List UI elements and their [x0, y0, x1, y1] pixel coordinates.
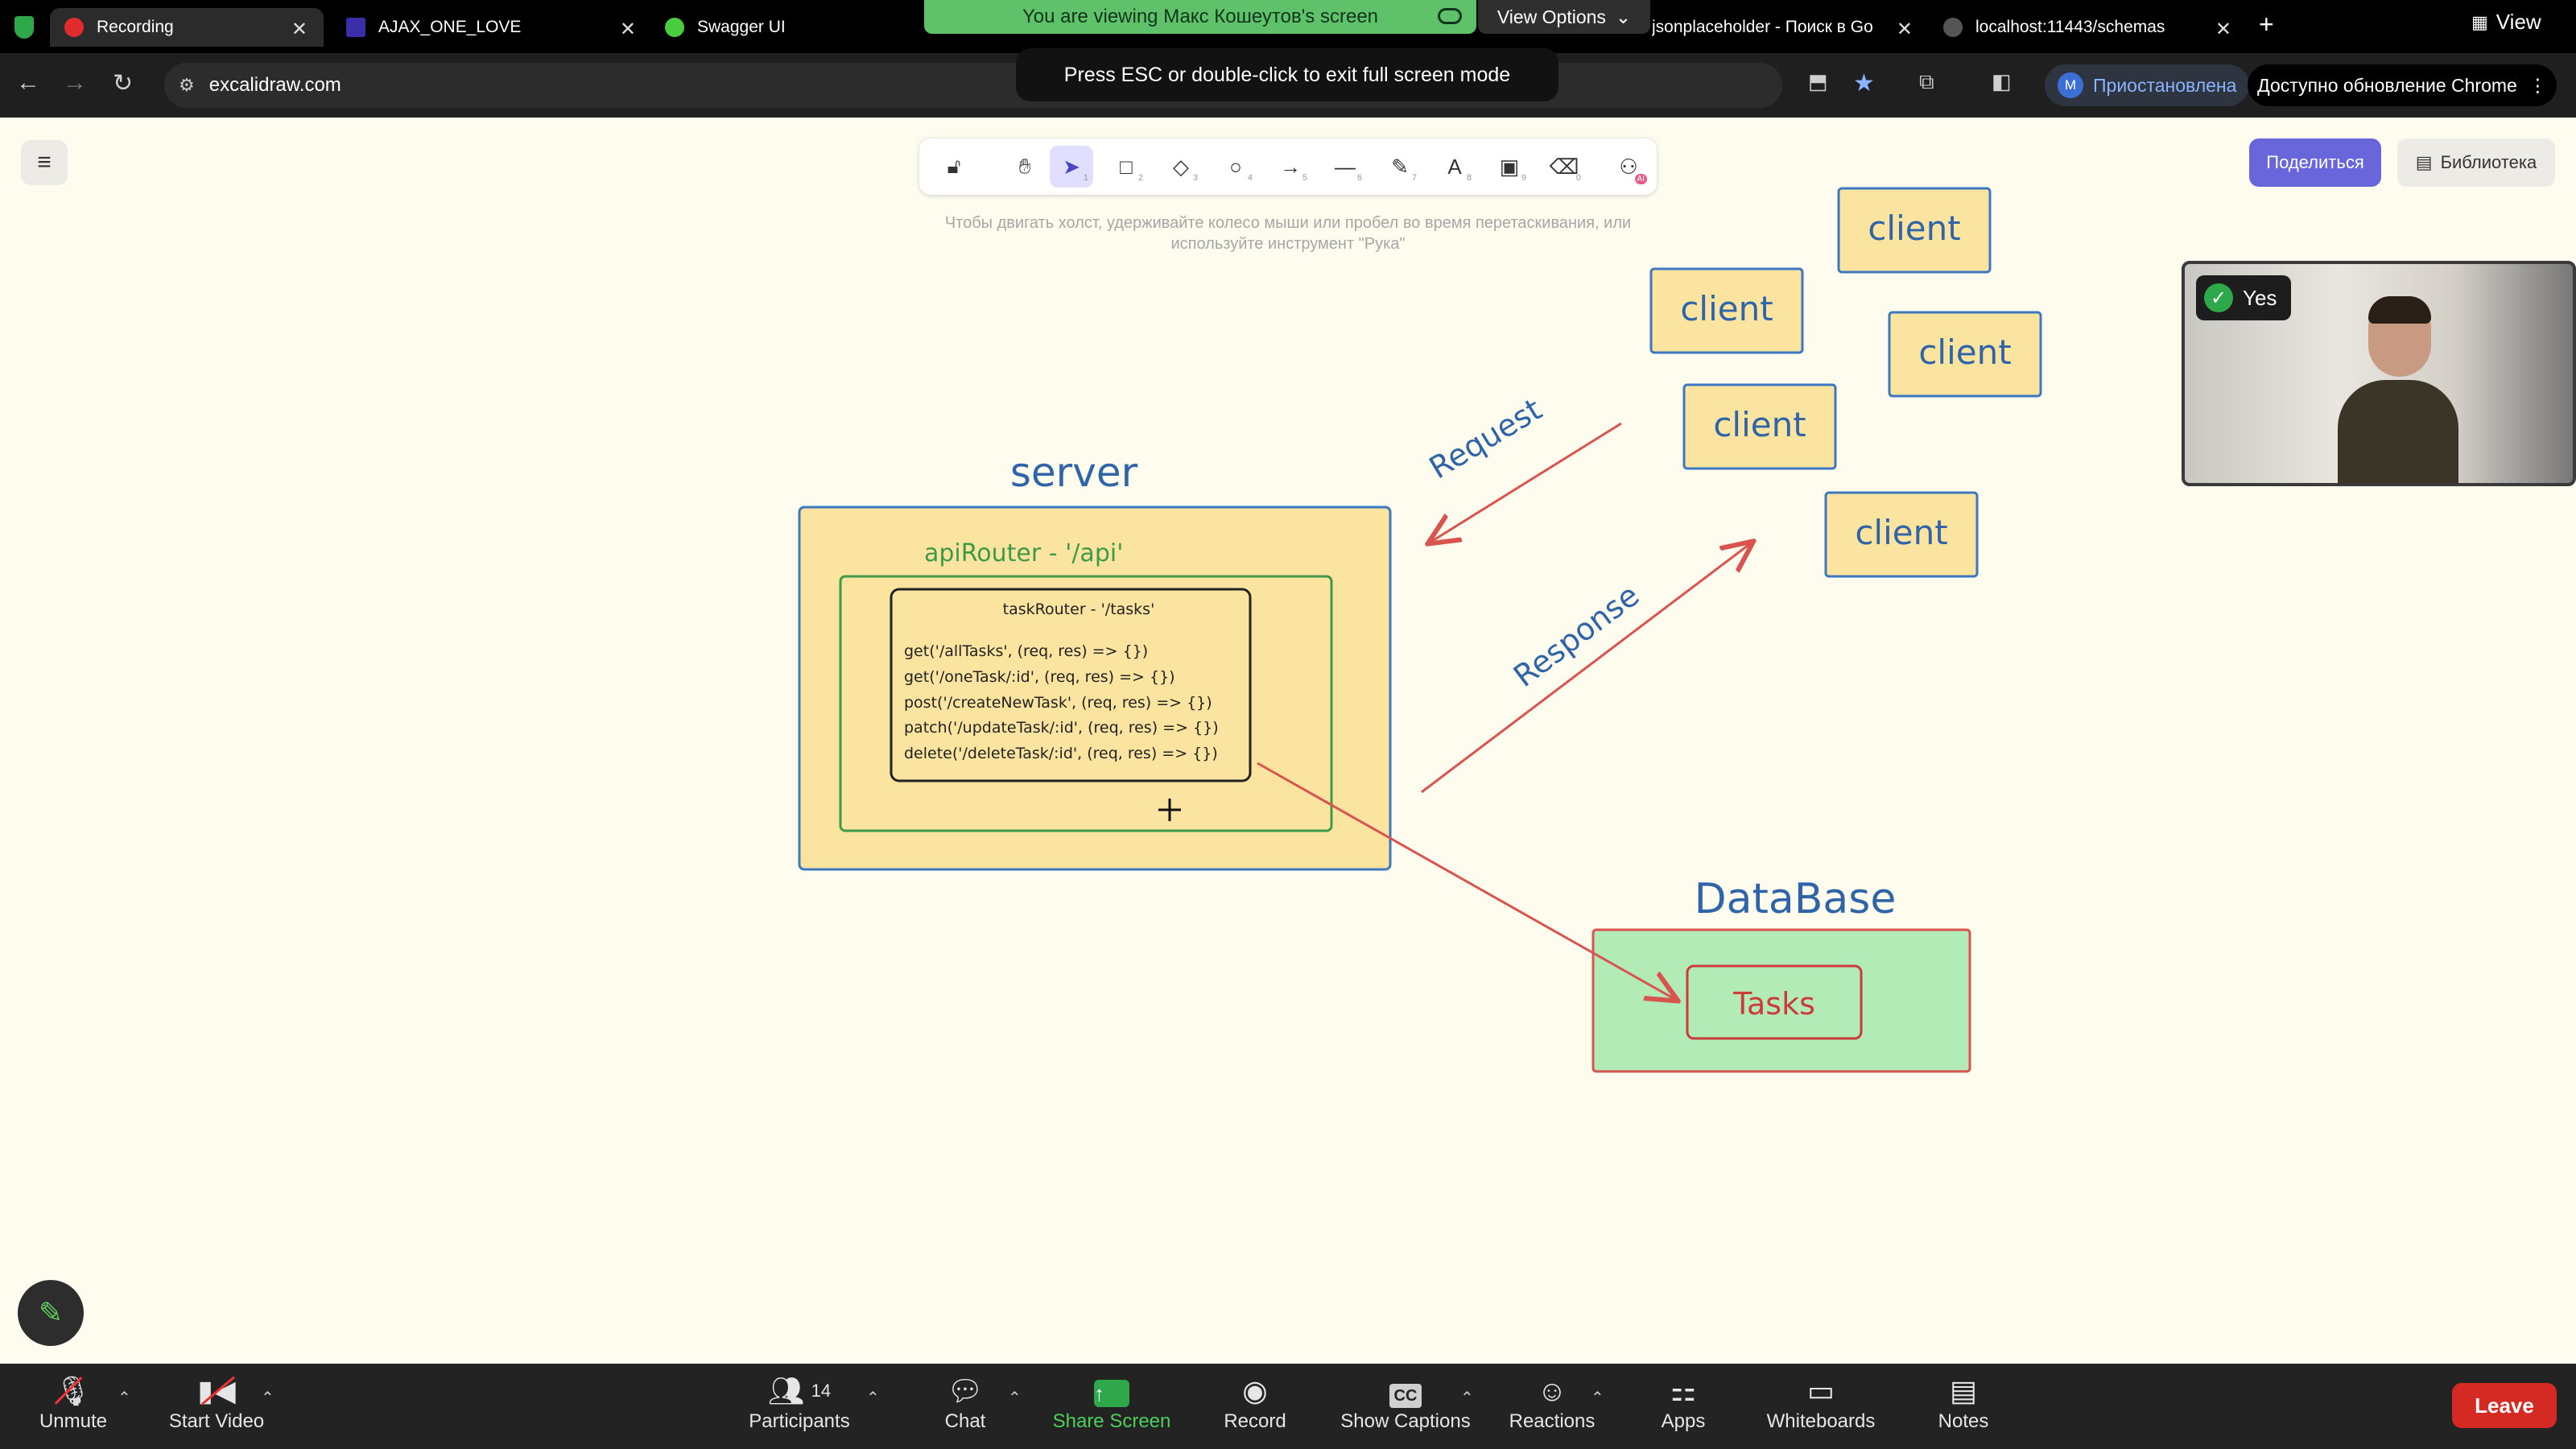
- participant-silhouette: [2338, 296, 2458, 483]
- server-title[interactable]: server: [1010, 449, 1138, 496]
- api-router-label[interactable]: apiRouter - '/api': [924, 539, 1123, 568]
- notes-button[interactable]: ▤ Notes: [1895, 1372, 2032, 1433]
- response-arrow[interactable]: [1421, 543, 1752, 794]
- chat-label: Chat: [944, 1410, 986, 1432]
- unmute-label: Unmute: [39, 1410, 108, 1432]
- whiteboard-icon: ▭: [1806, 1374, 1835, 1407]
- audio-options-caret[interactable]: ⌃: [118, 1388, 131, 1408]
- apps-label: Apps: [1661, 1410, 1706, 1432]
- zoom-control-bar: 🎙︎ Unmute ⌃ ▮◀ Start Video ⌃ 👥︎14 Partic…: [0, 1364, 2576, 1449]
- client-box[interactable]: client: [1888, 311, 2042, 398]
- whiteboards-button[interactable]: ▭ Whiteboards: [1752, 1372, 1890, 1433]
- client-label: client: [1855, 513, 1947, 552]
- muted-mic-icon: 🎙︎: [54, 1374, 92, 1407]
- show-captions-label: Show Captions: [1340, 1410, 1471, 1432]
- chat-caret[interactable]: ⌃: [1008, 1388, 1022, 1408]
- route-patch: patch('/updateTask/:id', (req, res) => {…: [904, 719, 1219, 737]
- reactions-label: Reactions: [1509, 1410, 1596, 1432]
- router-to-db-arrow[interactable]: [1257, 762, 1676, 1000]
- pen-mode-button[interactable]: ✎: [18, 1280, 84, 1346]
- client-box[interactable]: client: [1649, 267, 1804, 354]
- participants-icon: 👥︎ 14: [767, 1374, 832, 1407]
- drawing-canvas[interactable]: server apiRouter - '/api' taskRouter - '…: [0, 0, 2576, 1449]
- route-get-one: get('/oneTask/:id', (req, res) => {}): [904, 668, 1175, 686]
- participants-button[interactable]: 👥︎ 14 Participants: [731, 1372, 868, 1433]
- record-label: Record: [1224, 1410, 1286, 1432]
- route-get-all: get('/allTasks', (req, res) => {}): [904, 642, 1148, 660]
- apps-button[interactable]: ⚏ Apps: [1615, 1372, 1752, 1433]
- route-delete: delete('/deleteTask/:id', (req, res) => …: [904, 745, 1218, 762]
- apps-icon: ⚏: [1670, 1374, 1697, 1407]
- share-screen-button[interactable]: ↑ Share Screen: [1043, 1372, 1180, 1433]
- request-label[interactable]: Request: [1423, 391, 1548, 485]
- client-box[interactable]: client: [1682, 383, 1837, 470]
- task-router-label: taskRouter - '/tasks': [1003, 601, 1155, 618]
- share-screen-icon: ↑: [1094, 1372, 1129, 1410]
- chat-icon: 💬︎: [947, 1374, 984, 1407]
- start-video-label: Start Video: [168, 1410, 265, 1432]
- database-title[interactable]: DataBase: [1695, 875, 1897, 923]
- client-label: client: [1918, 332, 2011, 372]
- record-button[interactable]: ◉ Record: [1187, 1372, 1323, 1433]
- notes-icon: ▤: [1949, 1374, 1977, 1407]
- client-label: client: [1680, 289, 1773, 328]
- leave-button[interactable]: Leave: [2452, 1383, 2557, 1428]
- reactions-caret[interactable]: ⌃: [1591, 1388, 1604, 1408]
- client-label: client: [1713, 405, 1806, 444]
- record-icon: ◉: [1242, 1374, 1268, 1407]
- pencil-icon: ✎: [38, 1296, 64, 1329]
- captions-caret[interactable]: ⌃: [1460, 1388, 1474, 1408]
- show-captions-button[interactable]: CC Show Captions: [1338, 1372, 1473, 1433]
- client-box[interactable]: client: [1837, 187, 1992, 274]
- notes-label: Notes: [1938, 1410, 1989, 1432]
- yes-badge: ✓ Yes: [2196, 275, 2292, 320]
- participants-caret[interactable]: ⌃: [866, 1388, 880, 1408]
- whiteboards-label: Whiteboards: [1766, 1410, 1876, 1432]
- participant-video[interactable]: ✓ Yes: [2182, 261, 2576, 486]
- video-off-icon: ▮◀: [197, 1372, 236, 1410]
- client-label: client: [1868, 208, 1960, 248]
- participants-label: Participants: [749, 1410, 850, 1432]
- route-post: post('/createNewTask', (req, res) => {}): [904, 694, 1212, 712]
- captions-icon: CC: [1389, 1372, 1422, 1410]
- check-icon: ✓: [2204, 283, 2233, 312]
- share-screen-label: Share Screen: [1052, 1410, 1171, 1432]
- client-box[interactable]: client: [1824, 491, 1979, 578]
- tasks-label: Tasks: [1732, 986, 1815, 1022]
- video-options-caret[interactable]: ⌃: [261, 1388, 275, 1408]
- smiley-icon: ☺︎: [1537, 1374, 1567, 1407]
- yes-label: Yes: [2243, 285, 2277, 310]
- participants-count: 14: [811, 1381, 832, 1401]
